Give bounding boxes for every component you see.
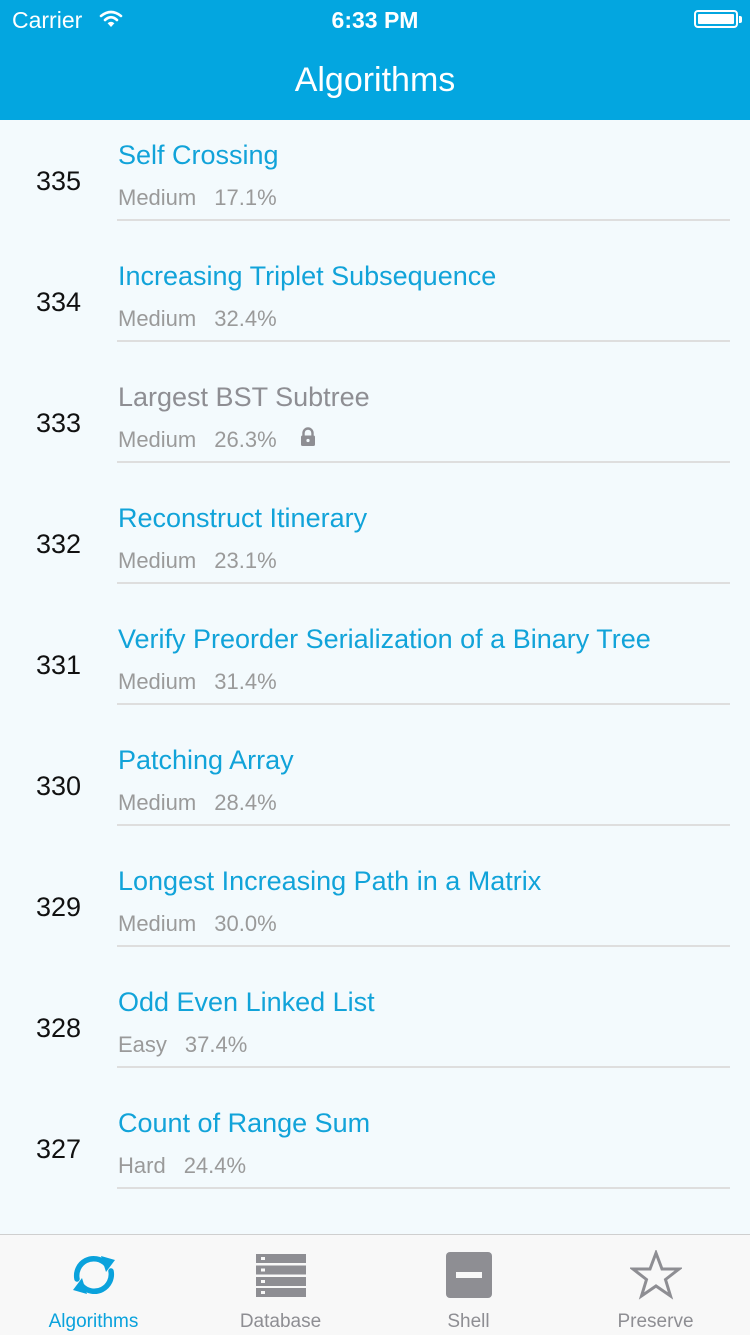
tab-label: Database [239, 1311, 322, 1332]
problem-number: 333 [35, 408, 82, 438]
problem-row[interactable]: 329 Longest Increasing Path in a Matrix … [0, 846, 750, 967]
acceptance-rate: 31.4% [214, 669, 277, 695]
problem-meta: Medium 23.1% [118, 547, 277, 574]
problem-title[interactable]: Largest BST Subtree [118, 382, 370, 413]
row-divider [117, 824, 730, 826]
tab-database[interactable]: Database [187, 1235, 374, 1335]
problem-title[interactable]: Count of Range Sum [118, 1108, 370, 1139]
status-time: 6:33 PM [331, 7, 419, 33]
row-divider [117, 461, 730, 463]
problem-title[interactable]: Increasing Triplet Subsequence [118, 261, 496, 292]
problem-row[interactable]: 330 Patching Array Medium 28.4% [0, 725, 750, 846]
problem-row[interactable]: 334 Increasing Triplet Subsequence Mediu… [0, 241, 750, 362]
problem-number: 329 [35, 892, 82, 922]
battery-tip [739, 16, 742, 23]
tab-label: Preserve [617, 1311, 694, 1332]
star-icon [562, 1250, 749, 1300]
problem-row[interactable]: 335 Self Crossing Medium 17.1% [0, 120, 750, 241]
navigation-bar: Carrier 6:33 PM Algorithms [0, 0, 750, 120]
problem-number: 335 [35, 166, 82, 196]
difficulty-label: Medium [118, 427, 197, 453]
difficulty-label: Medium [118, 185, 197, 211]
problem-meta: Medium 31.4% [118, 668, 277, 695]
problem-meta: Easy 37.4% [118, 1031, 247, 1058]
row-divider [117, 1187, 730, 1189]
page-title: Algorithms [294, 61, 456, 99]
problem-number: 328 [35, 1013, 82, 1043]
problem-title[interactable]: Reconstruct Itinerary [118, 503, 367, 534]
difficulty-label: Medium [118, 790, 197, 816]
problem-number: 332 [35, 529, 82, 559]
tab-label: Algorithms [48, 1311, 139, 1332]
difficulty-label: Medium [118, 306, 197, 332]
row-divider [117, 703, 730, 705]
problem-meta: Hard 24.4% [118, 1152, 246, 1179]
difficulty-label: Medium [118, 548, 197, 574]
shell-icon [375, 1250, 562, 1300]
acceptance-rate: 37.4% [184, 1032, 248, 1058]
problem-title[interactable]: Self Crossing [118, 140, 279, 171]
battery-icon [694, 10, 738, 28]
tab-bar: Algorithms Database Shell Preserve [0, 1234, 750, 1335]
problem-number: 327 [35, 1134, 82, 1164]
tab-shell[interactable]: Shell [375, 1235, 562, 1335]
difficulty-label: Medium [118, 911, 197, 937]
difficulty-label: Hard [118, 1153, 166, 1179]
sync-icon [0, 1250, 187, 1300]
problem-number: 331 [35, 650, 82, 680]
problem-meta: Medium 28.4% [118, 789, 277, 816]
status-bar: Carrier 6:33 PM [0, 0, 750, 40]
acceptance-rate: 17.1% [214, 185, 277, 211]
difficulty-label: Medium [118, 669, 197, 695]
problem-title[interactable]: Verify Preorder Serialization of a Binar… [118, 624, 651, 655]
row-divider [117, 945, 730, 947]
problem-row[interactable]: 332 Reconstruct Itinerary Medium 23.1% [0, 483, 750, 604]
row-divider [117, 1066, 730, 1068]
problem-row[interactable]: 328 Odd Even Linked List Easy 37.4% [0, 967, 750, 1088]
database-icon [187, 1250, 374, 1300]
acceptance-rate: 28.4% [214, 790, 277, 816]
problem-title[interactable]: Longest Increasing Path in a Matrix [118, 866, 541, 897]
problem-meta: Medium 26.3% [118, 426, 317, 453]
lock-icon [299, 427, 317, 453]
row-divider [117, 582, 730, 584]
difficulty-label: Easy [118, 1032, 167, 1058]
problem-list[interactable]: 335 Self Crossing Medium 17.1% 334 Increa… [0, 120, 750, 1234]
problem-title[interactable]: Odd Even Linked List [118, 987, 375, 1018]
tab-label: Shell [447, 1311, 490, 1332]
acceptance-rate: 23.1% [214, 548, 277, 574]
row-divider [117, 340, 730, 342]
acceptance-rate: 24.4% [183, 1153, 247, 1179]
acceptance-rate: 26.3% [214, 427, 277, 453]
problem-row-locked[interactable]: 333 Largest BST Subtree Medium 26.3% [0, 362, 750, 483]
acceptance-rate: 30.0% [214, 911, 277, 937]
tab-preserve[interactable]: Preserve [562, 1235, 749, 1335]
row-divider [117, 219, 730, 221]
problem-row[interactable]: 331 Verify Preorder Serialization of a B… [0, 604, 750, 725]
problem-number: 330 [35, 771, 82, 801]
problem-meta: Medium 17.1% [118, 184, 277, 211]
problem-meta: Medium 32.4% [118, 305, 277, 332]
problem-row[interactable]: 327 Count of Range Sum Hard 24.4% [0, 1088, 750, 1209]
problem-title[interactable]: Patching Array [118, 745, 294, 776]
tab-algorithms[interactable]: Algorithms [0, 1235, 187, 1335]
problem-meta: Medium 30.0% [118, 910, 277, 937]
problem-number: 334 [35, 287, 82, 317]
acceptance-rate: 32.4% [214, 306, 277, 332]
